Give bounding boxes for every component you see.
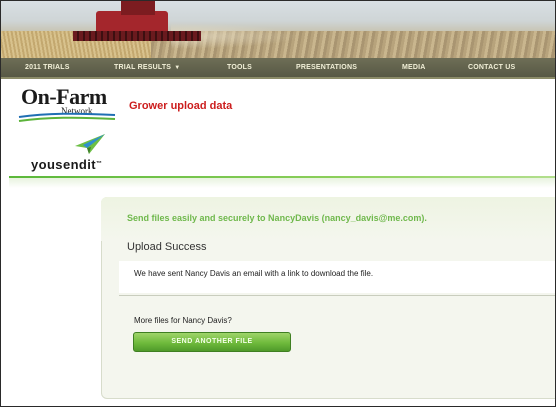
swoosh-icon [18,112,116,122]
partner-name: yousendit [31,157,96,172]
nav-item-media[interactable]: MEDIA [402,58,426,77]
nav-item-2011-trials[interactable]: 2011 TRIALS [25,58,70,77]
nav-item-tools[interactable]: TOOLS [227,58,252,77]
combine-header [73,31,201,41]
main-nav: 2011 TRIALS TRIAL RESULTS ▼ TOOLS PRESENT… [1,58,555,79]
nav-item-presentations[interactable]: PRESENTATIONS [296,58,357,77]
nav-item-trial-results[interactable]: TRIAL RESULTS ▼ [114,58,180,77]
send-another-file-button[interactable]: SEND ANOTHER FILE [133,332,291,352]
nav-label: MEDIA [402,64,426,71]
nav-label: CONTACT US [468,64,516,71]
send-files-message: Send files easily and securely to NancyD… [127,213,427,223]
combine-cab [121,1,155,15]
more-files-prompt: More files for Nancy Davis? [134,316,232,325]
email-sent-message: We have sent Nancy Davis an email with a… [134,269,374,278]
header-shade [9,178,555,188]
browser-frame: 2011 TRIALS TRIAL RESULTS ▼ TOOLS PRESENT… [0,0,556,407]
nav-item-contact-us[interactable]: CONTACT US [468,58,515,77]
yousendit-logo: yousendit™ [31,157,102,172]
nav-label: TRIAL RESULTS [114,64,172,71]
panel-divider [119,295,555,296]
paper-plane-icon [75,134,105,154]
header-banner-image [1,1,555,58]
upload-success-heading: Upload Success [127,241,207,253]
nav-label: TOOLS [227,64,252,71]
page-title: Grower upload data [129,100,233,112]
nav-label: PRESENTATIONS [296,64,358,71]
nav-label: 2011 TRIALS [25,64,70,71]
logo-wordmark[interactable]: On-Farm [21,86,107,108]
trademark-symbol: ™ [96,161,103,167]
chevron-down-icon: ▼ [174,65,181,71]
